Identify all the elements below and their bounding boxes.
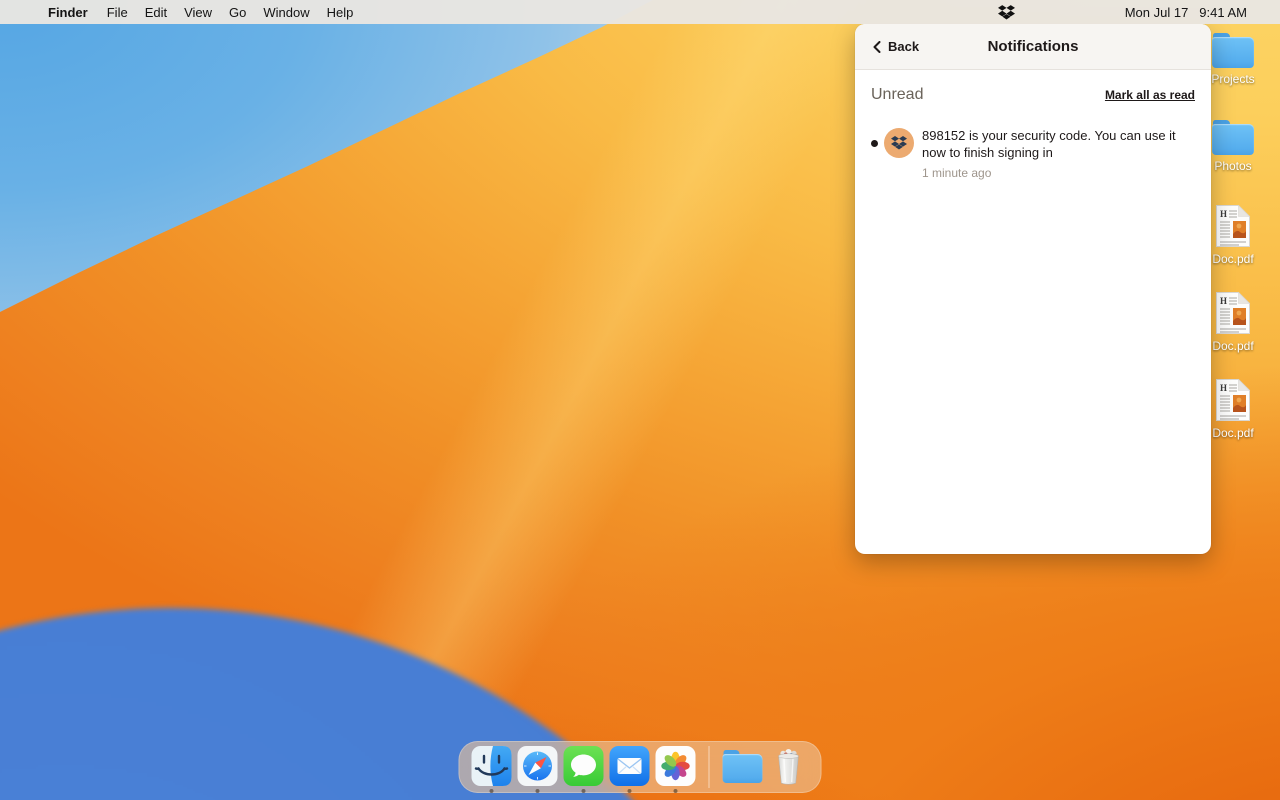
desktop-icon-label: Photos	[1214, 159, 1251, 173]
menu-file[interactable]: File	[107, 5, 128, 20]
folder-icon	[1212, 32, 1254, 68]
dock-separator	[709, 746, 710, 788]
notification-message: 898152 is your security code. You can us…	[922, 128, 1184, 162]
pdf-document-icon: H	[1215, 378, 1251, 422]
dock-item-photos[interactable]	[656, 746, 696, 786]
desktop-icon-label: Doc.pdf	[1212, 252, 1253, 266]
messages-icon	[564, 746, 604, 786]
unread-section-title: Unread	[871, 86, 923, 104]
folder-icon	[1212, 119, 1254, 155]
unread-dot	[871, 140, 878, 147]
mark-all-as-read-link[interactable]: Mark all as read	[1105, 88, 1195, 102]
menu-go[interactable]: Go	[229, 5, 246, 20]
dropbox-status-icon[interactable]	[998, 5, 1015, 20]
dock	[459, 741, 822, 793]
notifications-panel-header: Back Notifications	[855, 24, 1211, 70]
dropbox-icon	[891, 136, 907, 150]
pdf-document-icon: H	[1215, 291, 1251, 335]
dock-item-folder[interactable]	[723, 746, 763, 786]
mail-icon	[610, 746, 650, 786]
menu-bar-time[interactable]: 9:41 AM	[1199, 5, 1247, 20]
menu-view[interactable]: View	[184, 5, 212, 20]
notification-item[interactable]: 898152 is your security code. You can us…	[871, 128, 1195, 180]
notification-timestamp: 1 minute ago	[922, 166, 1184, 180]
menu-bar-date[interactable]: Mon Jul 17	[1125, 5, 1189, 20]
pdf-document-icon: H	[1215, 204, 1251, 248]
back-label: Back	[888, 39, 919, 54]
safari-icon	[518, 746, 558, 786]
finder-icon	[472, 746, 512, 786]
dock-item-mail[interactable]	[610, 746, 650, 786]
folder-icon	[723, 749, 763, 783]
svg-text:H: H	[1220, 209, 1227, 219]
chevron-left-icon	[873, 41, 881, 53]
dock-item-trash[interactable]	[769, 746, 809, 786]
dropbox-avatar	[884, 128, 914, 158]
desktop-icon-label: Doc.pdf	[1212, 426, 1253, 440]
dock-item-messages[interactable]	[564, 746, 604, 786]
menu-window[interactable]: Window	[263, 5, 309, 20]
desktop-icon-label: Doc.pdf	[1212, 339, 1253, 353]
desktop-icon-label: Projects	[1211, 72, 1254, 86]
trash-icon	[771, 746, 807, 786]
dock-item-safari[interactable]	[518, 746, 558, 786]
notifications-panel-body: Unread Mark all as read 898152 is your s…	[855, 70, 1211, 196]
menu-help[interactable]: Help	[327, 5, 354, 20]
dock-item-finder[interactable]	[472, 746, 512, 786]
menu-bar: Finder File Edit View Go Window Help Mon…	[0, 0, 1280, 24]
menu-edit[interactable]: Edit	[145, 5, 167, 20]
notifications-panel: Back Notifications Unread Mark all as re…	[855, 24, 1211, 554]
menu-app-finder[interactable]: Finder	[48, 5, 88, 20]
svg-text:H: H	[1220, 296, 1227, 306]
svg-text:H: H	[1220, 383, 1227, 393]
back-button[interactable]: Back	[873, 39, 919, 54]
photos-icon	[656, 746, 696, 786]
